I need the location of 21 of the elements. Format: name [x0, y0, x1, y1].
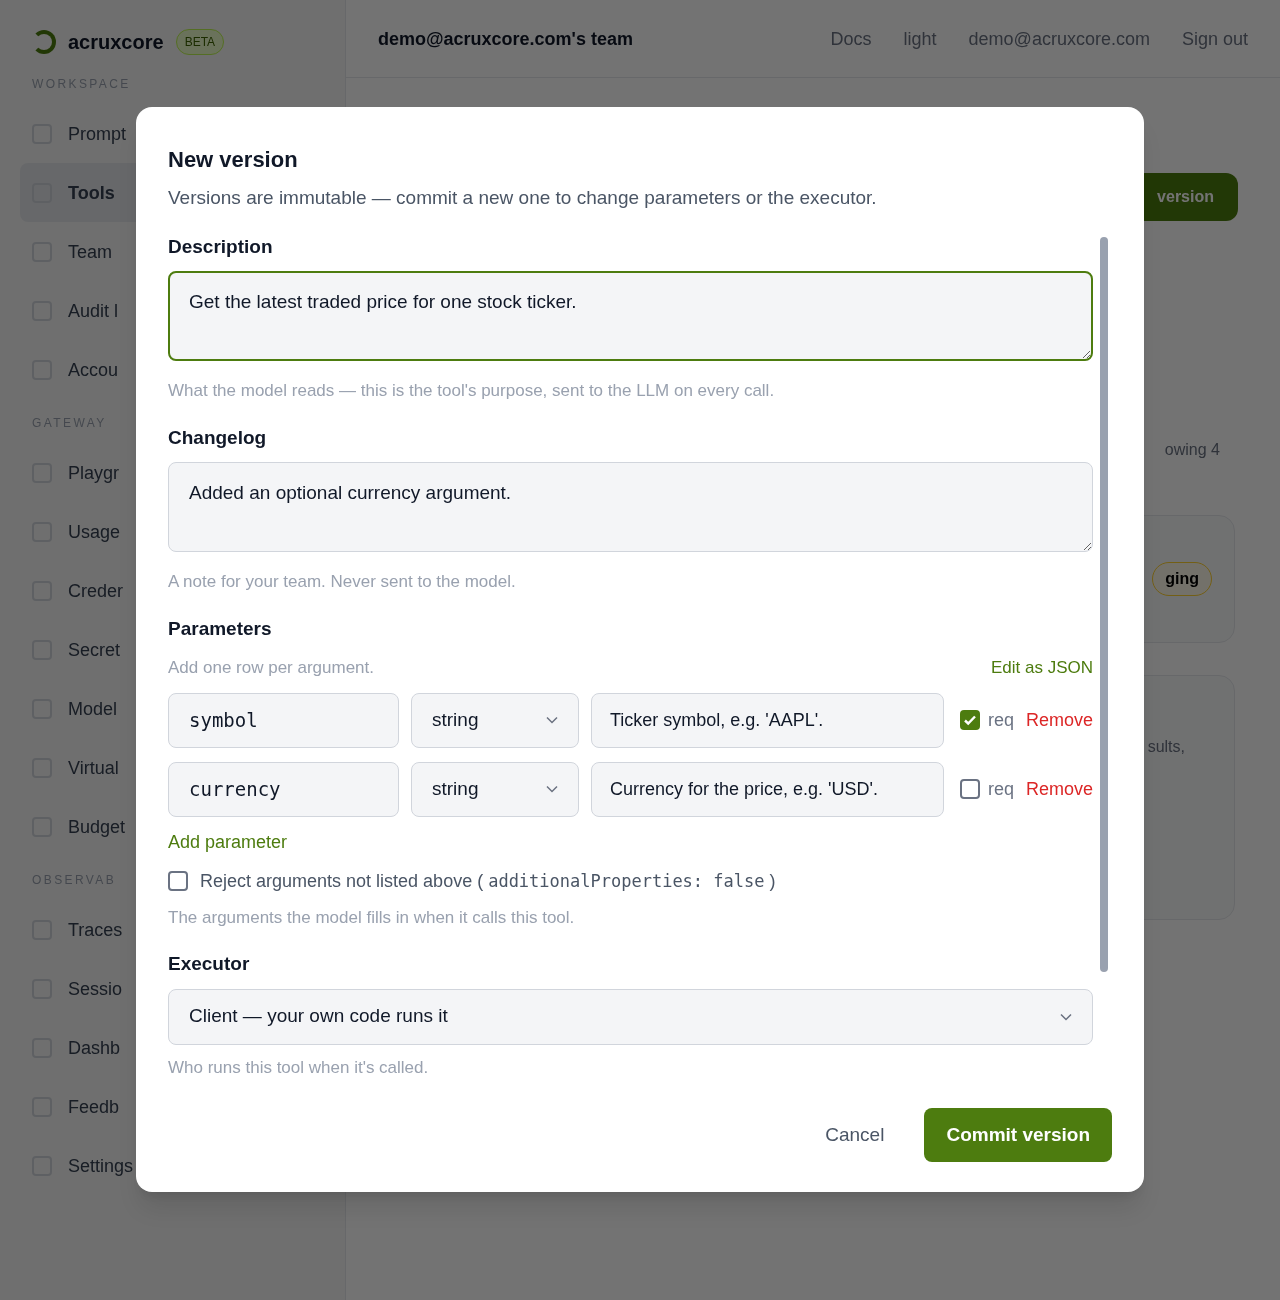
dialog-subtitle: Versions are immutable — commit a new one to change parameters or the executor. — [168, 186, 878, 210]
required-label: req — [988, 777, 1014, 801]
field-label: Changelog — [168, 425, 268, 450]
field-label: Description — [168, 234, 274, 259]
team-name: demo@acruxcore.com's team — [378, 27, 633, 51]
logo-text: acruxcore — [68, 30, 164, 55]
help-text: What the model reads — this is the tool's purpose, sent to the LLM on every call. — [168, 380, 776, 402]
help-text: Who runs this tool when it's called. — [168, 1056, 430, 1075]
checkbox-label: Reject arguments not listed above ( additionalProperties: false ) — [200, 869, 776, 893]
card-text: sults, — [1147, 737, 1185, 757]
dialog-title: New version — [168, 146, 299, 174]
help-text: A note for your team. Never sent to the model. — [168, 571, 517, 593]
help-text: The arguments the model fills in when it calls this tool. — [168, 906, 576, 929]
account-email: demo@acruxcore.com — [968, 27, 1150, 51]
field-label: Parameters — [168, 616, 273, 641]
beta-badge: BETA — [175, 29, 225, 55]
required-label: req — [988, 708, 1014, 732]
field-label: Executor — [168, 952, 251, 976]
result-count: owing 4 — [1164, 440, 1220, 460]
hint-text: Add one row per argument. — [168, 657, 374, 679]
stage-tag: ging — [1152, 562, 1212, 596]
